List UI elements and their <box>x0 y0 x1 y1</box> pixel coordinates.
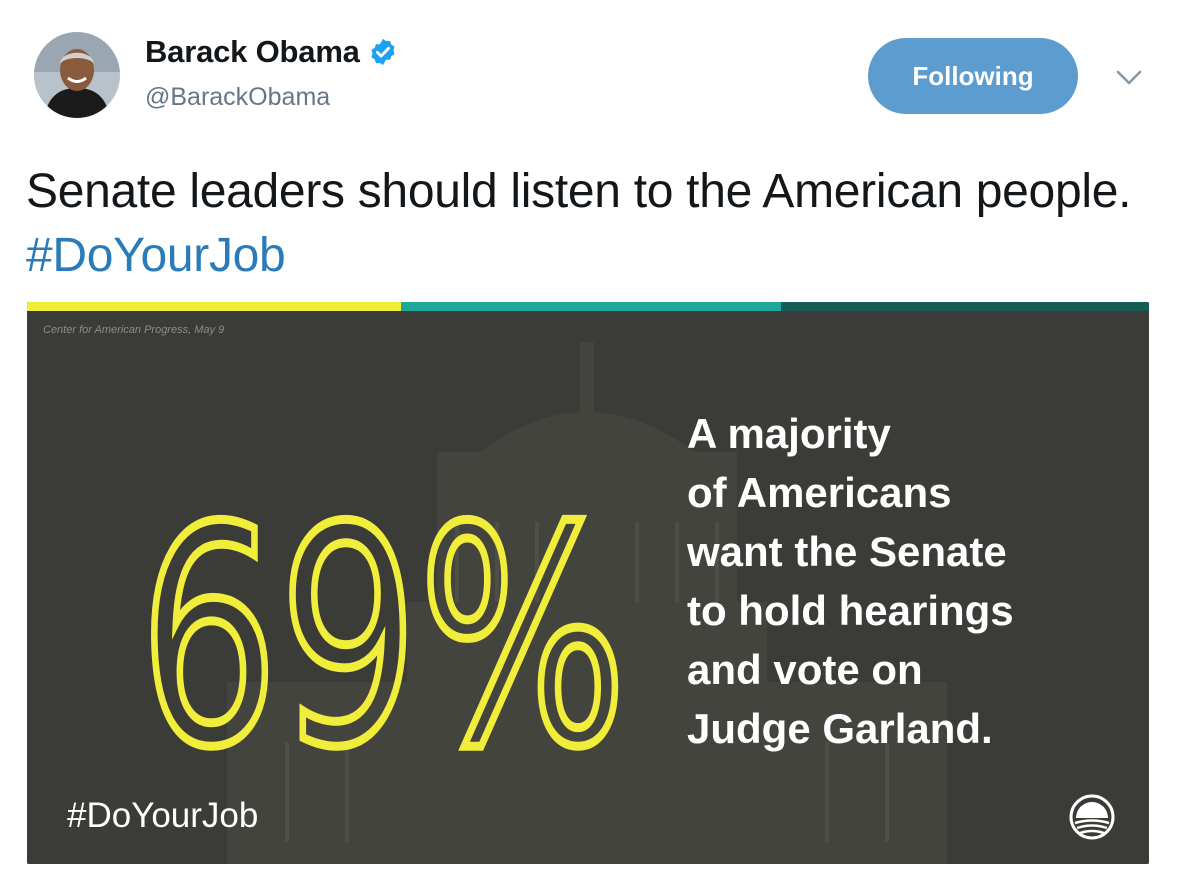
accent-bar-dark-teal <box>781 302 1149 311</box>
chevron-down-icon[interactable] <box>1114 66 1144 88</box>
avatar[interactable] <box>34 32 120 118</box>
tweet-text: Senate leaders should listen to the Amer… <box>26 160 1166 288</box>
big-percentage-figure: 69% <box>139 460 632 763</box>
headline-line: Judge Garland. <box>687 705 993 752</box>
avatar-photo <box>34 32 120 118</box>
image-hashtag: #DoYourJob <box>67 796 259 835</box>
big-percentage-text: 69% <box>139 464 627 762</box>
tweet-body: Senate leaders should listen to the Amer… <box>26 165 1132 218</box>
image-headline: A majority of Americans want the Senate … <box>687 404 1107 758</box>
tweet-hashtag-link[interactable]: #DoYourJob <box>26 229 286 282</box>
image-source-caption: Center for American Progress, May 9 <box>43 324 225 336</box>
headline-line: of Americans <box>687 469 952 516</box>
author-handle[interactable]: @BarackObama <box>145 83 330 112</box>
headline-line: to hold hearings <box>687 587 1014 634</box>
following-button[interactable]: Following <box>868 38 1078 114</box>
obama-rising-sun-logo-icon <box>1069 794 1115 840</box>
author-display-name[interactable]: Barack Obama <box>145 34 360 70</box>
headline-line: and vote on <box>687 646 923 693</box>
verified-badge-icon <box>371 38 395 66</box>
accent-bar-yellow <box>27 302 401 311</box>
headline-line: want the Senate <box>687 528 1007 575</box>
headline-line: A majority <box>687 410 891 457</box>
author-name-row: Barack Obama <box>145 34 398 70</box>
accent-bar-teal <box>401 302 781 311</box>
tweet-image[interactable]: Center for American Progress, May 9 69% … <box>27 302 1149 864</box>
